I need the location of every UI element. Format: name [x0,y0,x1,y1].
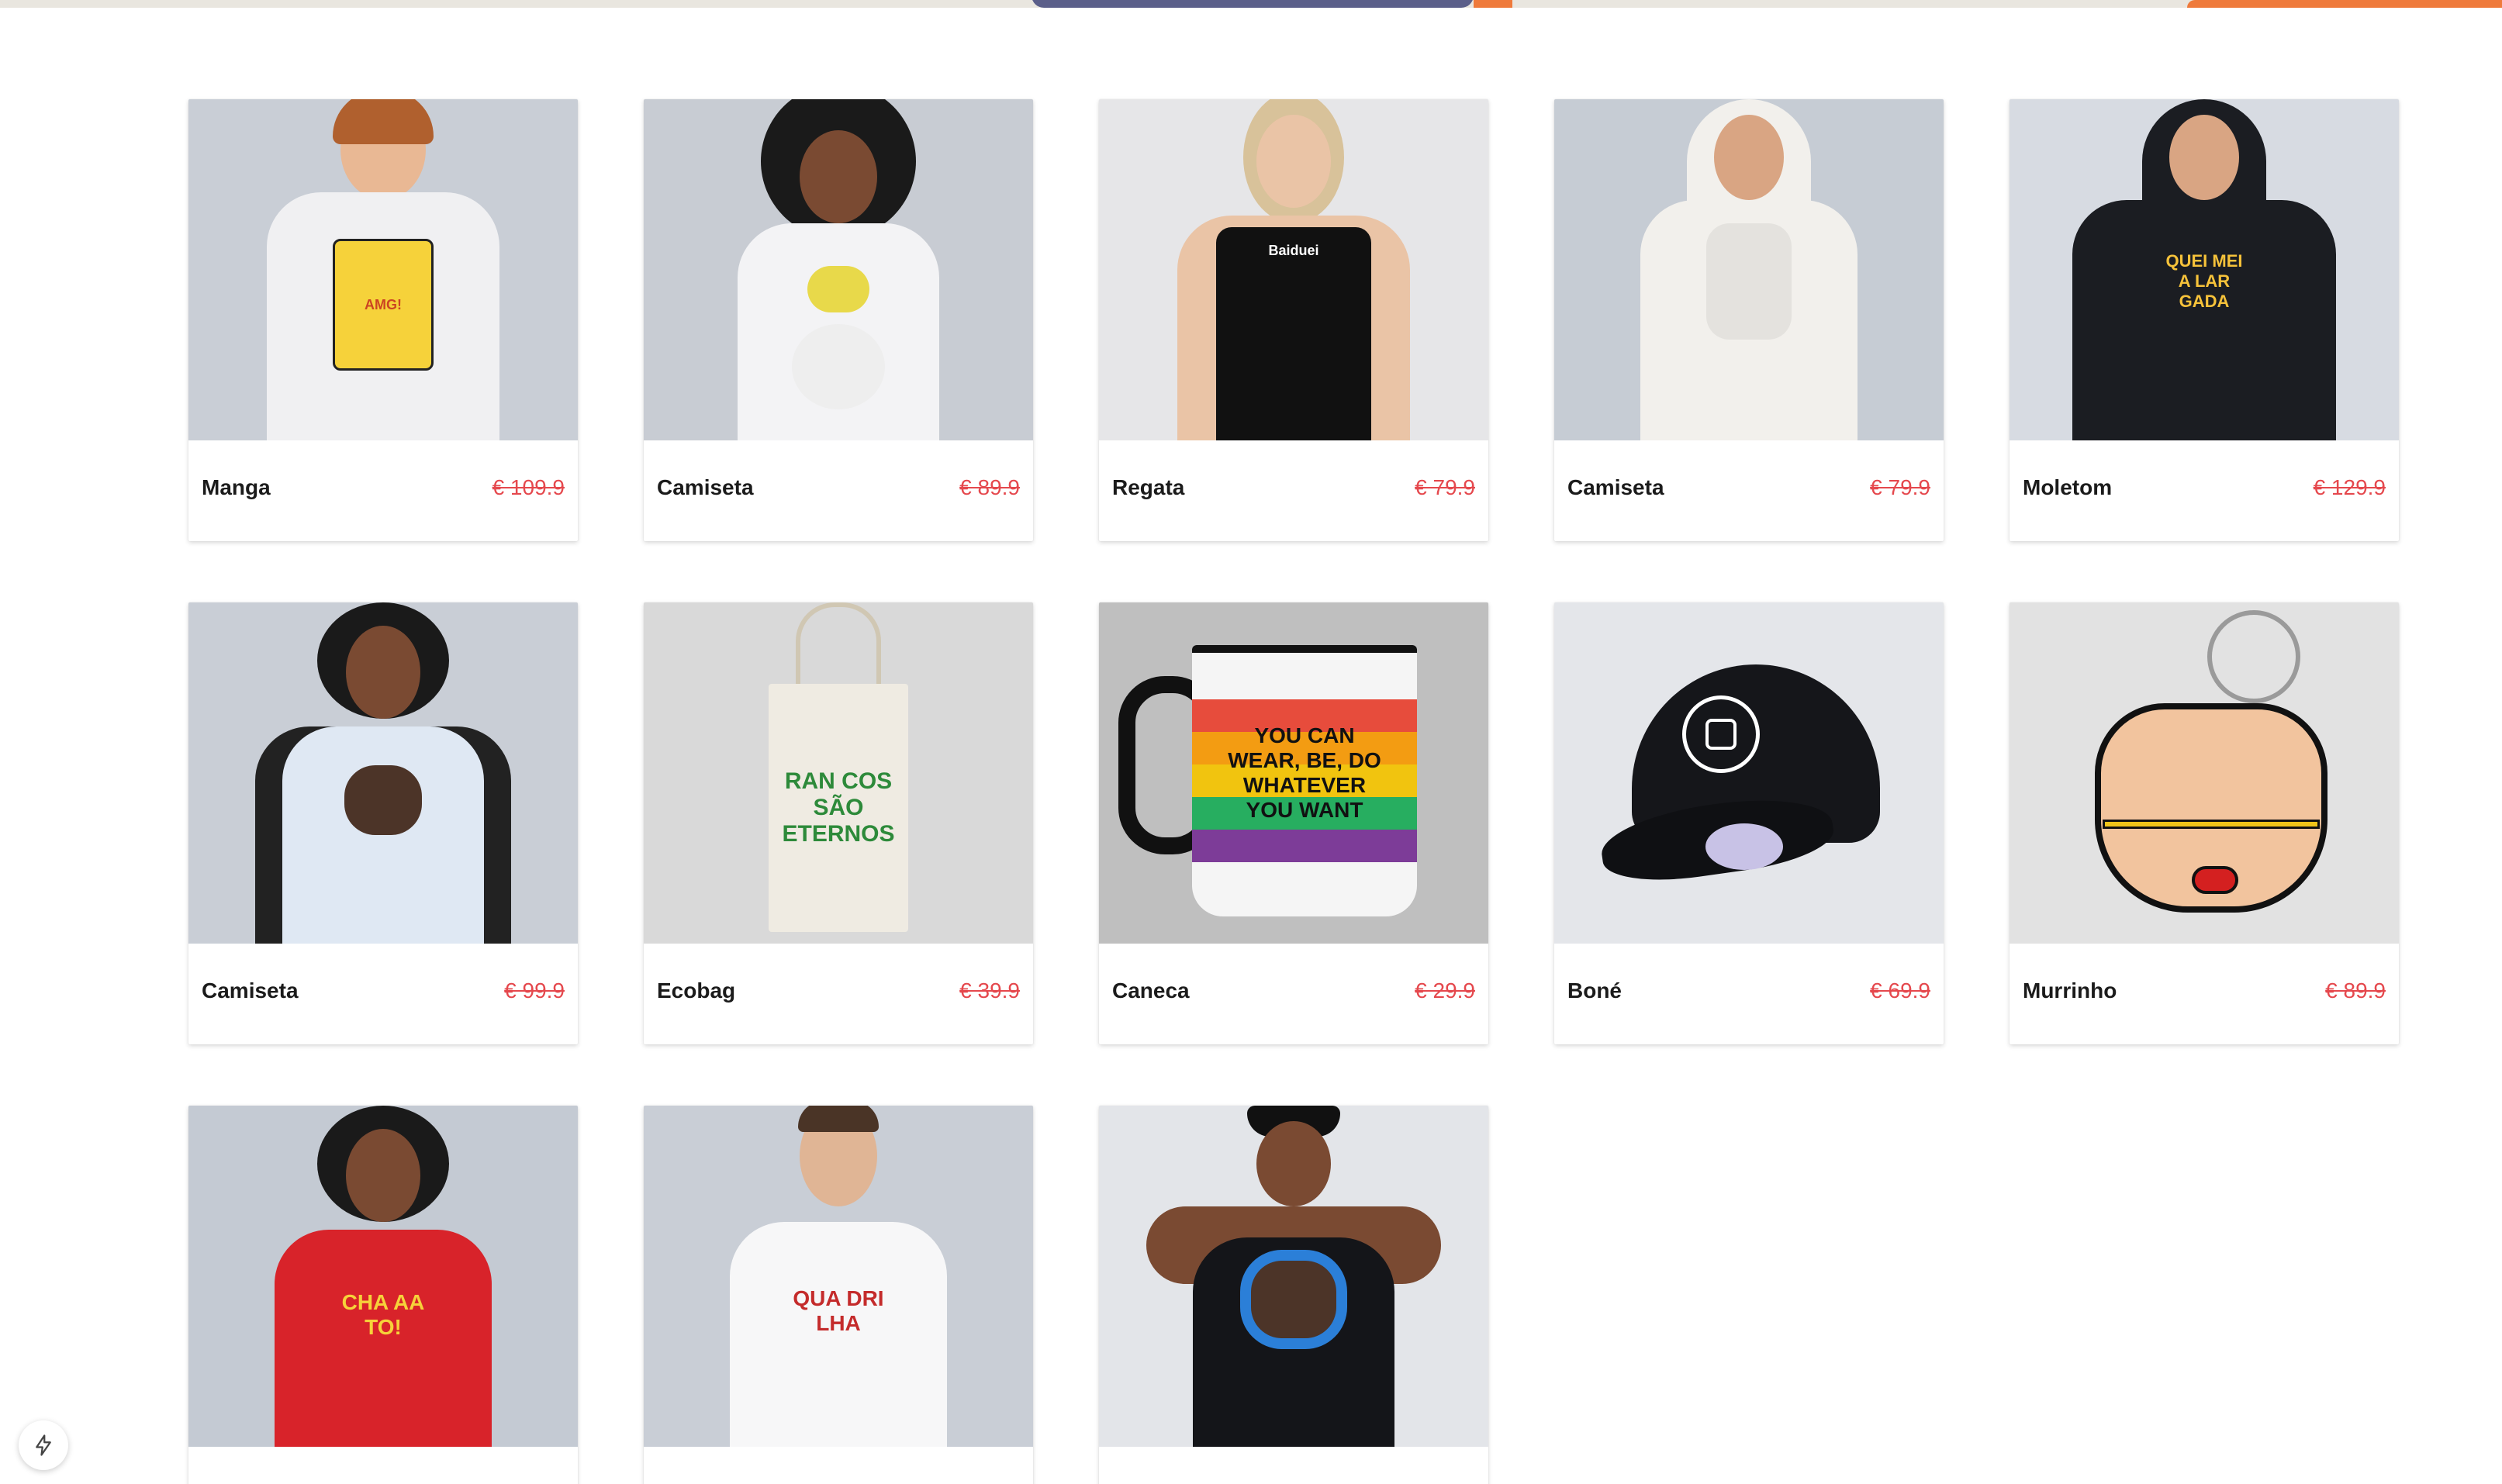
product-image [1554,99,1944,440]
product-image: RAN COS SÃO ETERNOS [644,602,1033,944]
product-card[interactable]: QUA DRI LHA [644,1106,1033,1484]
product-card[interactable]: YOU CAN WEAR, BE, DO WHATEVER YOU WANT C… [1099,602,1488,1044]
product-price: € 89.9 [959,475,1020,499]
product-image: QUA DRI LHA [644,1106,1033,1447]
product-image: QUEI MEI A LAR GADA [2010,99,2399,440]
hoodie-print: QUEI MEI A LAR GADA [2165,251,2243,311]
product-image [1554,602,1944,944]
product-price: € 69.9 [1870,978,1930,1003]
product-price: € 129.9 [2313,475,2386,499]
product-card[interactable]: Murrinho € 89.9 [2010,602,2399,1044]
product-image [644,99,1033,440]
product-card[interactable]: RAN COS SÃO ETERNOS Ecobag € 39.9 [644,602,1033,1044]
product-image: Baiduei [1099,99,1488,440]
product-name: Regata [1112,475,1185,499]
product-name: Murrinho [2023,978,2117,1003]
product-card[interactable]: Camiseta € 79.9 [1554,99,1944,541]
product-card[interactable]: Baiduei Regata € 79.9 [1099,99,1488,541]
product-image [188,602,578,944]
product-name: Ecobag [657,978,736,1003]
mug-print: YOU CAN WEAR, BE, DO WHATEVER YOU WANT [1228,723,1381,822]
red-tee-print: CHA AA TO! [341,1290,425,1339]
product-name: Manga [202,475,271,499]
product-price: € 29.9 [1415,978,1475,1003]
bolt-icon [36,1434,51,1456]
product-grid: AMG! Manga € 109.9 Camiseta € 89.9 Baidu… [188,99,2399,1484]
product-price: € 79.9 [1870,475,1930,499]
product-image [1099,1106,1488,1447]
top-banner [0,0,2502,8]
tank-print: Baiduei [1268,242,1319,258]
product-card[interactable]: CHA AA TO! [188,1106,578,1484]
product-name: Moletom [2023,475,2113,499]
product-image: AMG! [188,99,578,440]
product-card[interactable]: Camiseta € 89.9 [644,99,1033,541]
product-card[interactable]: QUEI MEI A LAR GADA Moletom € 129.9 [2010,99,2399,541]
product-card[interactable]: AMG! Manga € 109.9 [188,99,578,541]
white-tee-print: QUA DRI LHA [793,1286,884,1335]
bolt-icon-button[interactable] [19,1420,68,1470]
product-card[interactable]: Camiseta € 99.9 [188,602,578,1044]
product-name: Camiseta [202,978,299,1003]
product-image: CHA AA TO! [188,1106,578,1447]
product-image [2010,602,2399,944]
product-name: Boné [1567,978,1622,1003]
product-price: € 109.9 [492,475,565,499]
product-name: Caneca [1112,978,1190,1003]
product-price: € 79.9 [1415,475,1475,499]
product-name: Camiseta [657,475,754,499]
product-price: € 39.9 [959,978,1020,1003]
product-price: € 99.9 [504,978,565,1003]
product-price: € 89.9 [2325,978,2386,1003]
bag-print: RAN COS SÃO ETERNOS [769,684,908,932]
product-image: YOU CAN WEAR, BE, DO WHATEVER YOU WANT [1099,602,1488,944]
product-name: Camiseta [1567,475,1664,499]
product-card[interactable]: Boné € 69.9 [1554,602,1944,1044]
product-card[interactable] [1099,1106,1488,1484]
